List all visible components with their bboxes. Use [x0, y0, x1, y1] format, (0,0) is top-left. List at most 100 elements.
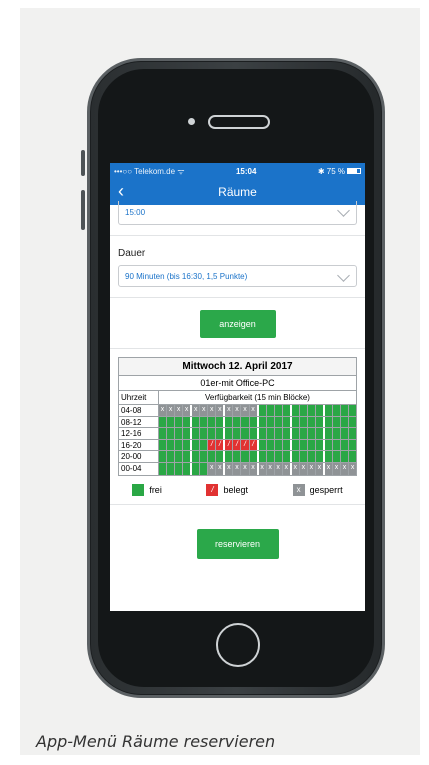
slot-free[interactable] — [332, 428, 342, 439]
slot-free[interactable] — [233, 428, 242, 439]
slot-free[interactable] — [282, 439, 292, 451]
slot-free[interactable] — [175, 451, 184, 462]
slot-free[interactable] — [266, 416, 275, 428]
slot-free[interactable] — [291, 451, 300, 462]
slot-free[interactable] — [307, 405, 316, 416]
slot-free[interactable] — [216, 451, 226, 462]
slot-free[interactable] — [159, 451, 168, 462]
slot-free[interactable] — [258, 405, 267, 416]
slot-free[interactable] — [291, 416, 300, 428]
slot-free[interactable] — [249, 416, 259, 428]
slot-free[interactable] — [167, 428, 176, 439]
slot-free[interactable] — [315, 416, 325, 428]
slot-free[interactable] — [332, 416, 342, 428]
slot-free[interactable] — [159, 439, 168, 451]
slot-free[interactable] — [208, 416, 217, 428]
slot-free[interactable] — [299, 439, 308, 451]
slot-free[interactable] — [225, 416, 234, 428]
duration-select[interactable]: 90 Minuten (bis 16:30, 1,5 Punkte) — [118, 265, 357, 287]
slot-free[interactable] — [266, 439, 275, 451]
slot-free[interactable] — [159, 416, 168, 428]
slot-free[interactable] — [208, 451, 217, 462]
slot-free[interactable] — [291, 405, 300, 416]
slot-free[interactable] — [241, 451, 250, 462]
slot-free[interactable] — [349, 439, 357, 451]
slot-free[interactable] — [282, 405, 292, 416]
slot-free[interactable] — [200, 416, 209, 428]
slot-free[interactable] — [192, 462, 201, 475]
slot-free[interactable] — [299, 428, 308, 439]
slot-free[interactable] — [258, 416, 267, 428]
slot-free[interactable] — [233, 451, 242, 462]
slot-free[interactable] — [266, 428, 275, 439]
slot-free[interactable] — [341, 428, 350, 439]
slot-free[interactable] — [167, 439, 176, 451]
slot-free[interactable] — [200, 428, 209, 439]
slot-free[interactable] — [258, 428, 267, 439]
slot-free[interactable] — [341, 416, 350, 428]
slot-free[interactable] — [258, 439, 267, 451]
slot-free[interactable] — [349, 405, 357, 416]
slot-free[interactable] — [324, 451, 333, 462]
slot-free[interactable] — [307, 416, 316, 428]
slot-free[interactable] — [315, 439, 325, 451]
slot-free[interactable] — [299, 451, 308, 462]
slot-free[interactable] — [274, 451, 283, 462]
slot-free[interactable] — [175, 428, 184, 439]
slot-free[interactable] — [324, 405, 333, 416]
slot-free[interactable] — [299, 405, 308, 416]
slot-free[interactable] — [299, 416, 308, 428]
slot-free[interactable] — [349, 416, 357, 428]
slot-free[interactable] — [266, 405, 275, 416]
slot-free[interactable] — [208, 428, 217, 439]
slot-free[interactable] — [274, 439, 283, 451]
slot-free[interactable] — [167, 462, 176, 475]
slot-free[interactable] — [282, 451, 292, 462]
slot-free[interactable] — [175, 439, 184, 451]
slot-free[interactable] — [332, 451, 342, 462]
slot-free[interactable] — [200, 451, 209, 462]
slot-free[interactable] — [349, 428, 357, 439]
slot-free[interactable] — [183, 462, 193, 475]
slot-free[interactable] — [282, 428, 292, 439]
slot-free[interactable] — [167, 451, 176, 462]
slot-free[interactable] — [233, 416, 242, 428]
slot-free[interactable] — [307, 451, 316, 462]
show-button[interactable]: anzeigen — [199, 310, 276, 338]
slot-free[interactable] — [324, 428, 333, 439]
time-select[interactable]: 15:00 — [118, 201, 357, 225]
slot-free[interactable] — [200, 439, 209, 451]
slot-free[interactable] — [192, 416, 201, 428]
slot-free[interactable] — [274, 405, 283, 416]
slot-free[interactable] — [315, 451, 325, 462]
slot-free[interactable] — [307, 428, 316, 439]
slot-free[interactable] — [159, 462, 168, 475]
slot-free[interactable] — [332, 405, 342, 416]
chevron-left-icon[interactable]: ‹ — [118, 181, 124, 202]
slot-free[interactable] — [192, 451, 201, 462]
slot-free[interactable] — [315, 405, 325, 416]
slot-free[interactable] — [332, 439, 342, 451]
reserve-button[interactable]: reservieren — [196, 528, 279, 559]
slot-free[interactable] — [291, 428, 300, 439]
slot-free[interactable] — [341, 451, 350, 462]
slot-free[interactable] — [183, 451, 193, 462]
slot-free[interactable] — [349, 451, 357, 462]
slot-free[interactable] — [216, 416, 226, 428]
slot-free[interactable] — [324, 416, 333, 428]
slot-free[interactable] — [175, 416, 184, 428]
slot-free[interactable] — [274, 416, 283, 428]
slot-free[interactable] — [274, 428, 283, 439]
slot-free[interactable] — [249, 451, 259, 462]
slot-free[interactable] — [266, 451, 275, 462]
slot-free[interactable] — [241, 416, 250, 428]
slot-free[interactable] — [200, 462, 209, 475]
slot-free[interactable] — [291, 439, 300, 451]
slot-free[interactable] — [307, 439, 316, 451]
slot-free[interactable] — [192, 439, 201, 451]
slot-free[interactable] — [341, 405, 350, 416]
slot-free[interactable] — [159, 428, 168, 439]
slot-free[interactable] — [324, 439, 333, 451]
slot-free[interactable] — [241, 428, 250, 439]
slot-free[interactable] — [167, 416, 176, 428]
